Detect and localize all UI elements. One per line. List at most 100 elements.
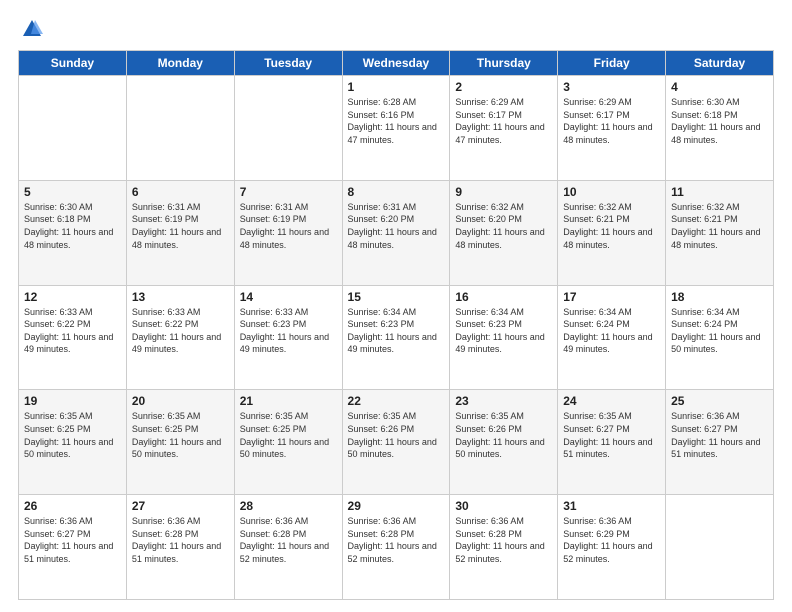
day-info: Sunrise: 6:35 AM Sunset: 6:26 PM Dayligh… (348, 410, 445, 460)
calendar-cell: 6 Sunrise: 6:31 AM Sunset: 6:19 PM Daylig… (126, 180, 234, 285)
day-number: 1 (348, 80, 445, 94)
day-number: 16 (455, 290, 552, 304)
day-number: 26 (24, 499, 121, 513)
calendar-cell: 18 Sunrise: 6:34 AM Sunset: 6:24 PM Dayli… (666, 285, 774, 390)
calendar-cell: 29 Sunrise: 6:36 AM Sunset: 6:28 PM Dayli… (342, 495, 450, 600)
day-info: Sunrise: 6:33 AM Sunset: 6:22 PM Dayligh… (132, 306, 229, 356)
day-number: 31 (563, 499, 660, 513)
day-info: Sunrise: 6:32 AM Sunset: 6:21 PM Dayligh… (671, 201, 768, 251)
calendar-cell: 23 Sunrise: 6:35 AM Sunset: 6:26 PM Dayli… (450, 390, 558, 495)
day-number: 20 (132, 394, 229, 408)
day-number: 24 (563, 394, 660, 408)
day-number: 19 (24, 394, 121, 408)
calendar-cell: 4Sunrise: 6:30 AM Sunset: 6:18 PM Daylig… (666, 76, 774, 181)
day-number: 15 (348, 290, 445, 304)
day-number: 6 (132, 185, 229, 199)
calendar-cell: 19 Sunrise: 6:35 AM Sunset: 6:25 PM Dayli… (19, 390, 127, 495)
day-number: 17 (563, 290, 660, 304)
day-info: Sunrise: 6:36 AM Sunset: 6:29 PM Dayligh… (563, 515, 660, 565)
day-number: 27 (132, 499, 229, 513)
header (18, 18, 774, 40)
calendar-cell: 22 Sunrise: 6:35 AM Sunset: 6:26 PM Dayli… (342, 390, 450, 495)
calendar-cell: 10 Sunrise: 6:32 AM Sunset: 6:21 PM Dayli… (558, 180, 666, 285)
day-info: Sunrise: 6:35 AM Sunset: 6:26 PM Dayligh… (455, 410, 552, 460)
calendar-cell (126, 76, 234, 181)
calendar-cell: 15 Sunrise: 6:34 AM Sunset: 6:23 PM Dayli… (342, 285, 450, 390)
day-info: Sunrise: 6:31 AM Sunset: 6:19 PM Dayligh… (132, 201, 229, 251)
day-info: Sunrise: 6:33 AM Sunset: 6:22 PM Dayligh… (24, 306, 121, 356)
day-info: Sunrise: 6:34 AM Sunset: 6:23 PM Dayligh… (455, 306, 552, 356)
day-info: Sunrise: 6:30 AM Sunset: 6:18 PM Dayligh… (671, 96, 768, 146)
day-header-friday: Friday (558, 51, 666, 76)
day-info: Sunrise: 6:34 AM Sunset: 6:24 PM Dayligh… (671, 306, 768, 356)
day-info: Sunrise: 6:34 AM Sunset: 6:23 PM Dayligh… (348, 306, 445, 356)
day-info: Sunrise: 6:30 AM Sunset: 6:18 PM Dayligh… (24, 201, 121, 251)
day-info: Sunrise: 6:36 AM Sunset: 6:27 PM Dayligh… (24, 515, 121, 565)
calendar-cell: 24Sunrise: 6:35 AM Sunset: 6:27 PM Dayli… (558, 390, 666, 495)
calendar-cell: 31 Sunrise: 6:36 AM Sunset: 6:29 PM Dayli… (558, 495, 666, 600)
calendar-cell: 8 Sunrise: 6:31 AM Sunset: 6:20 PM Daylig… (342, 180, 450, 285)
day-number: 30 (455, 499, 552, 513)
day-number: 29 (348, 499, 445, 513)
day-info: Sunrise: 6:36 AM Sunset: 6:28 PM Dayligh… (132, 515, 229, 565)
day-info: Sunrise: 6:32 AM Sunset: 6:20 PM Dayligh… (455, 201, 552, 251)
calendar-table: SundayMondayTuesdayWednesdayThursdayFrid… (18, 50, 774, 600)
calendar-cell: 5Sunrise: 6:30 AM Sunset: 6:18 PM Daylig… (19, 180, 127, 285)
day-number: 11 (671, 185, 768, 199)
calendar-cell: 21Sunrise: 6:35 AM Sunset: 6:25 PM Dayli… (234, 390, 342, 495)
day-number: 8 (348, 185, 445, 199)
calendar-cell: 7 Sunrise: 6:31 AM Sunset: 6:19 PM Daylig… (234, 180, 342, 285)
calendar-cell: 13 Sunrise: 6:33 AM Sunset: 6:22 PM Dayli… (126, 285, 234, 390)
calendar-cell (666, 495, 774, 600)
day-number: 13 (132, 290, 229, 304)
calendar-cell: 27 Sunrise: 6:36 AM Sunset: 6:28 PM Dayli… (126, 495, 234, 600)
day-number: 14 (240, 290, 337, 304)
calendar-week-row: 26 Sunrise: 6:36 AM Sunset: 6:27 PM Dayli… (19, 495, 774, 600)
calendar-cell: 11 Sunrise: 6:32 AM Sunset: 6:21 PM Dayli… (666, 180, 774, 285)
calendar-cell: 16 Sunrise: 6:34 AM Sunset: 6:23 PM Dayli… (450, 285, 558, 390)
calendar-cell: 26 Sunrise: 6:36 AM Sunset: 6:27 PM Dayli… (19, 495, 127, 600)
day-number: 9 (455, 185, 552, 199)
calendar-cell (19, 76, 127, 181)
day-info: Sunrise: 6:35 AM Sunset: 6:25 PM Dayligh… (24, 410, 121, 460)
calendar-cell: 3 Sunrise: 6:29 AM Sunset: 6:17 PM Daylig… (558, 76, 666, 181)
day-number: 7 (240, 185, 337, 199)
day-number: 25 (671, 394, 768, 408)
day-number: 18 (671, 290, 768, 304)
day-number: 22 (348, 394, 445, 408)
day-header-wednesday: Wednesday (342, 51, 450, 76)
logo-icon (21, 18, 43, 40)
day-header-thursday: Thursday (450, 51, 558, 76)
calendar-cell: 1Sunrise: 6:28 AM Sunset: 6:16 PM Daylig… (342, 76, 450, 181)
day-number: 23 (455, 394, 552, 408)
day-number: 2 (455, 80, 552, 94)
day-header-monday: Monday (126, 51, 234, 76)
calendar-cell: 30 Sunrise: 6:36 AM Sunset: 6:28 PM Dayli… (450, 495, 558, 600)
day-header-tuesday: Tuesday (234, 51, 342, 76)
day-info: Sunrise: 6:29 AM Sunset: 6:17 PM Dayligh… (455, 96, 552, 146)
day-info: Sunrise: 6:34 AM Sunset: 6:24 PM Dayligh… (563, 306, 660, 356)
day-info: Sunrise: 6:31 AM Sunset: 6:20 PM Dayligh… (348, 201, 445, 251)
calendar-cell (234, 76, 342, 181)
calendar-week-row: 5Sunrise: 6:30 AM Sunset: 6:18 PM Daylig… (19, 180, 774, 285)
day-number: 10 (563, 185, 660, 199)
page: SundayMondayTuesdayWednesdayThursdayFrid… (0, 0, 792, 612)
calendar-cell: 17 Sunrise: 6:34 AM Sunset: 6:24 PM Dayli… (558, 285, 666, 390)
day-info: Sunrise: 6:32 AM Sunset: 6:21 PM Dayligh… (563, 201, 660, 251)
day-number: 3 (563, 80, 660, 94)
day-info: Sunrise: 6:36 AM Sunset: 6:28 PM Dayligh… (455, 515, 552, 565)
day-info: Sunrise: 6:29 AM Sunset: 6:17 PM Dayligh… (563, 96, 660, 146)
calendar-cell: 20Sunrise: 6:35 AM Sunset: 6:25 PM Dayli… (126, 390, 234, 495)
calendar-cell: 28Sunrise: 6:36 AM Sunset: 6:28 PM Dayli… (234, 495, 342, 600)
calendar-week-row: 1Sunrise: 6:28 AM Sunset: 6:16 PM Daylig… (19, 76, 774, 181)
calendar-cell: 2 Sunrise: 6:29 AM Sunset: 6:17 PM Daylig… (450, 76, 558, 181)
calendar-week-row: 19 Sunrise: 6:35 AM Sunset: 6:25 PM Dayli… (19, 390, 774, 495)
day-info: Sunrise: 6:36 AM Sunset: 6:28 PM Dayligh… (240, 515, 337, 565)
day-info: Sunrise: 6:31 AM Sunset: 6:19 PM Dayligh… (240, 201, 337, 251)
day-info: Sunrise: 6:33 AM Sunset: 6:23 PM Dayligh… (240, 306, 337, 356)
day-info: Sunrise: 6:35 AM Sunset: 6:25 PM Dayligh… (240, 410, 337, 460)
day-number: 12 (24, 290, 121, 304)
day-info: Sunrise: 6:36 AM Sunset: 6:28 PM Dayligh… (348, 515, 445, 565)
calendar-header-row: SundayMondayTuesdayWednesdayThursdayFrid… (19, 51, 774, 76)
day-header-sunday: Sunday (19, 51, 127, 76)
